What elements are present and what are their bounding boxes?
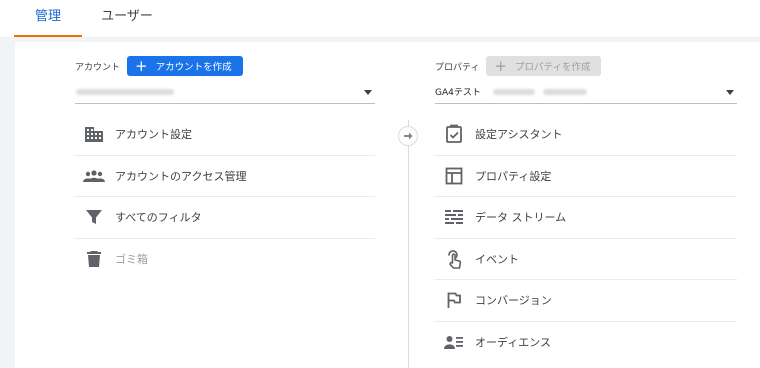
trash-item[interactable]: ゴミ箱 [75, 239, 375, 281]
account-selector[interactable] [75, 80, 375, 104]
conversions-label: コンバージョン [475, 294, 552, 308]
admin-panel: アカウント + アカウントを作成 アカウント設定 アカウントのアクセス管理 すべ… [15, 42, 760, 368]
setup-assistant-label: 設定アシスタント [475, 128, 563, 142]
conversions-item[interactable]: コンバージョン [435, 280, 737, 322]
trash-label: ゴミ箱 [115, 253, 148, 267]
create-account-button[interactable]: + アカウントを作成 [127, 56, 243, 76]
account-column-header: アカウント + アカウントを作成 [75, 56, 243, 76]
layout-icon [443, 165, 465, 187]
create-account-button-label: アカウントを作成 [155, 62, 232, 73]
flag-icon [443, 289, 465, 311]
create-property-button-label: プロパティを作成 [515, 62, 591, 73]
audiences-label: オーディエンス [475, 336, 552, 350]
account-access-management-item[interactable]: アカウントのアクセス管理 [75, 156, 375, 197]
property-selector[interactable]: GA4テスト [435, 80, 737, 104]
streams-icon [443, 206, 465, 228]
account-header-label: アカウント [75, 62, 121, 73]
account-menu: アカウント設定 アカウントのアクセス管理 すべてのフィルタ ゴミ箱 [75, 114, 375, 280]
touch-icon [443, 248, 465, 270]
data-streams-item[interactable]: データ ストリーム [435, 197, 737, 239]
building-icon [83, 123, 105, 145]
account-access-management-label: アカウントのアクセス管理 [115, 169, 247, 183]
property-settings-item[interactable]: プロパティ設定 [435, 156, 737, 197]
tab-user[interactable]: ユーザー [90, 0, 164, 37]
audience-icon [443, 331, 465, 353]
arrow-right-icon [398, 126, 418, 146]
property-header-label: プロパティ [435, 62, 480, 73]
all-filters-label: すべてのフィルタ [115, 211, 202, 225]
property-menu: 設定アシスタント プロパティ設定 データ ストリーム イベント コンバージョン [435, 114, 737, 363]
create-property-button[interactable]: + プロパティを作成 [486, 56, 602, 76]
setup-assistant-item[interactable]: 設定アシスタント [435, 114, 737, 156]
account-name-redacted [76, 88, 174, 95]
property-id-redacted-1 [492, 88, 535, 95]
property-id-redacted-2 [542, 88, 587, 95]
property-settings-label: プロパティ設定 [475, 169, 552, 183]
chevron-down-icon [364, 90, 372, 95]
all-filters-item[interactable]: すべてのフィルタ [75, 197, 375, 239]
tab-admin[interactable]: 管理 [14, 0, 82, 37]
account-settings-item[interactable]: アカウント設定 [75, 114, 375, 156]
account-settings-label: アカウント設定 [115, 128, 192, 142]
events-item[interactable]: イベント [435, 239, 737, 280]
plus-icon: + [494, 56, 508, 75]
filter-icon [83, 206, 105, 228]
people-icon [83, 165, 105, 187]
plus-icon: + [135, 56, 148, 75]
admin-tab-bar: 管理 ユーザー [0, 0, 760, 37]
audiences-item[interactable]: オーディエンス [435, 322, 737, 364]
events-label: イベント [475, 252, 519, 266]
column-divider [408, 120, 409, 368]
trash-icon [83, 248, 105, 270]
chevron-down-icon [726, 90, 734, 95]
property-column-header: プロパティ + プロパティを作成 [435, 56, 602, 76]
property-selector-value: GA4テスト [435, 88, 481, 98]
data-streams-label: データ ストリーム [475, 211, 567, 225]
checklist-icon [443, 123, 465, 145]
